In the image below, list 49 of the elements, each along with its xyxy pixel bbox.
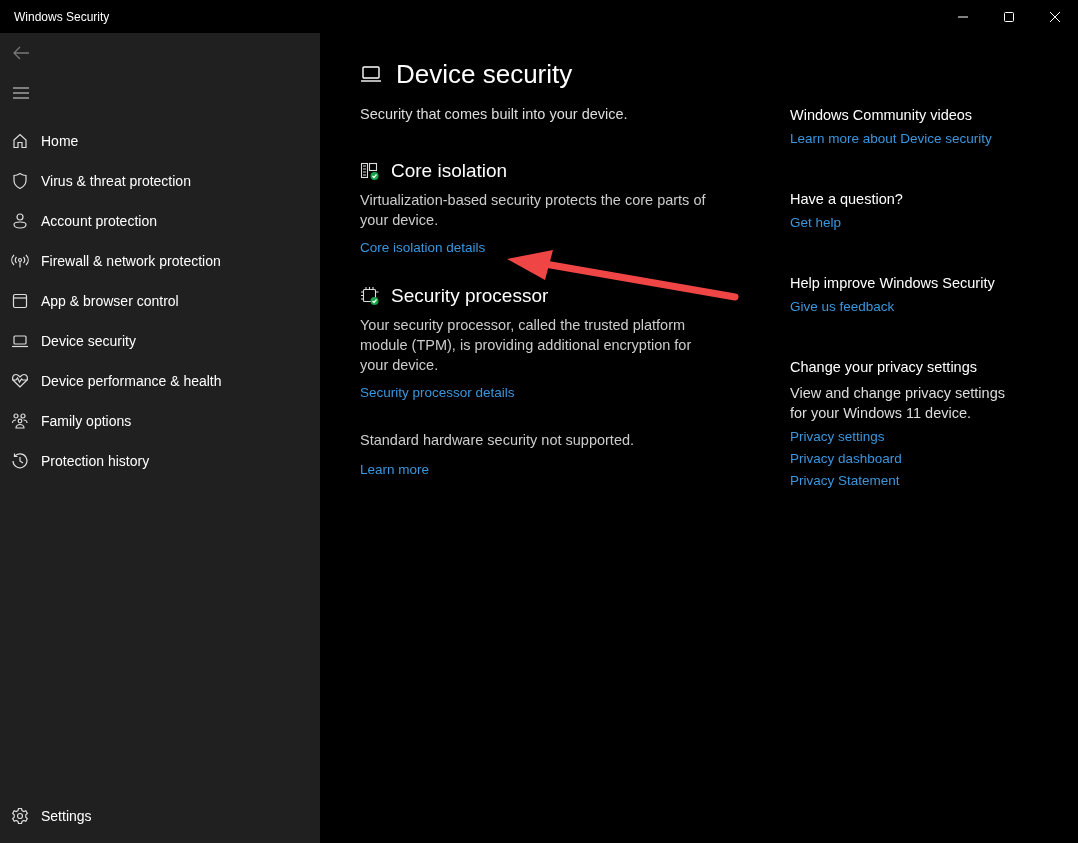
nav-item[interactable]: Device performance & health (0, 361, 320, 401)
aside-link[interactable]: Privacy Statement (790, 473, 900, 488)
aside-heading: Windows Community videos (790, 107, 973, 123)
nav-item[interactable]: App & browser control (0, 281, 320, 321)
isolation-check-icon (360, 161, 380, 181)
section-description: Standard hardware security not supported. (360, 431, 636, 450)
person-icon (11, 212, 29, 230)
nav-item[interactable]: Account protection (0, 201, 320, 241)
settings-button[interactable]: Settings (0, 796, 320, 836)
nav-item[interactable]: Device security (0, 321, 320, 361)
section-link[interactable]: Core isolation details (360, 240, 486, 255)
aside-link[interactable]: Privacy settings (790, 429, 885, 444)
menu-icon (12, 87, 30, 99)
section-link[interactable]: Security processor details (360, 385, 515, 400)
section-link[interactable]: Learn more (360, 462, 430, 477)
settings-icon (11, 807, 29, 825)
heart-icon (11, 372, 29, 390)
aside-link[interactable]: Privacy dashboard (790, 451, 902, 466)
window-title: Windows Security (14, 9, 110, 24)
shield-icon (11, 172, 29, 190)
section-description: Your security processor, called the trusted platform module (TPM), is providing additional encryption for your device. (360, 316, 693, 375)
close-icon (1049, 10, 1061, 23)
aside-text: View and change privacy settings for your Windows 11 device. (790, 384, 1006, 423)
page-title: Device security (396, 59, 573, 90)
history-icon (11, 452, 29, 470)
laptop-icon (360, 64, 384, 85)
back-arrow-icon (12, 46, 30, 60)
section-description: Virtualization-based security protects the core parts of your device. (360, 191, 707, 230)
aside-heading: Help improve Windows Security (790, 275, 995, 291)
nav-item[interactable]: Family options (0, 401, 320, 441)
nav-item[interactable]: Virus & threat protection (0, 161, 320, 201)
chip-check-icon (360, 286, 380, 306)
nav-item[interactable]: Firewall & network protection (0, 241, 320, 281)
aside-heading: Have a question? (790, 191, 903, 207)
nav-item[interactable]: Protection history (0, 441, 320, 481)
window-icon (11, 292, 29, 310)
section-title: Core isolation (391, 160, 508, 182)
home-icon (11, 132, 29, 150)
laptop-icon (11, 332, 29, 350)
aside-link[interactable]: Learn more about Device security (790, 131, 992, 146)
family-icon (11, 412, 29, 430)
section-title: Security processor (391, 285, 549, 307)
page-subtitle: Security that comes built into your device. (360, 106, 629, 122)
antenna-icon (11, 252, 29, 270)
maximize-icon (1003, 10, 1015, 23)
aside-heading: Change your privacy settings (790, 359, 977, 375)
aside-link[interactable]: Get help (790, 215, 842, 230)
aside-link[interactable]: Give us feedback (790, 299, 895, 314)
nav-item[interactable]: Home (0, 121, 320, 161)
